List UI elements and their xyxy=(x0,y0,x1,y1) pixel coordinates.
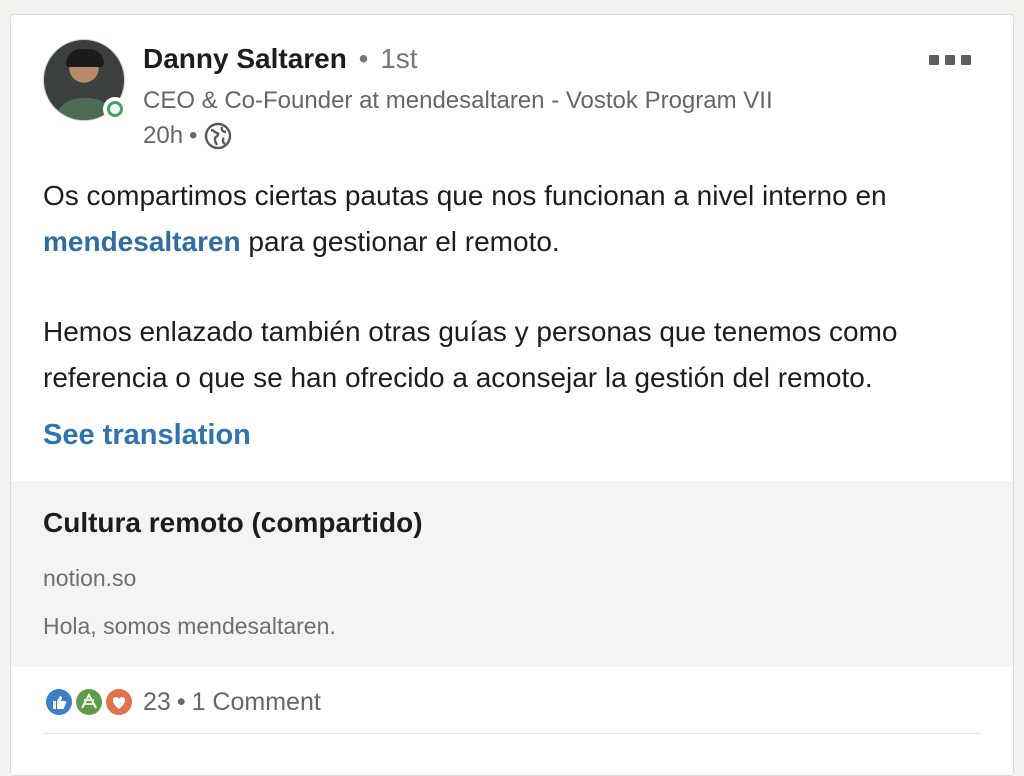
like-icon xyxy=(43,686,75,718)
link-preview-description: Hola, somos mendesaltaren. xyxy=(43,613,336,639)
post-text-segment: para gestionar el remoto. xyxy=(240,226,560,257)
link-preview-card[interactable]: Cultura remoto (compartido) notion.so Ho… xyxy=(11,481,1013,667)
more-options-button[interactable] xyxy=(929,55,979,75)
link-preview-domain: notion.so xyxy=(43,565,137,591)
connection-degree: 1st xyxy=(380,43,418,74)
post-time: 20h xyxy=(143,122,184,149)
celebrate-icon xyxy=(73,686,105,718)
link-preview-title: Cultura remoto (compartido) xyxy=(43,507,423,538)
social-separator: • xyxy=(176,687,186,716)
author-headline: CEO & Co-Founder at mendesaltaren - Vost… xyxy=(143,87,773,114)
post-header: Danny Saltaren • 1st CEO & Co-Founder at… xyxy=(43,39,989,159)
more-dot xyxy=(961,55,971,65)
post-paragraph-1: Os compartimos ciertas pautas que nos fu… xyxy=(43,173,983,265)
see-translation-link[interactable]: See translation xyxy=(43,419,251,452)
reaction-count[interactable]: 23 xyxy=(143,688,171,717)
globe-icon xyxy=(203,121,233,151)
company-mention-link[interactable]: mendesaltaren xyxy=(43,226,241,257)
social-counts: 23 • 1 Comment xyxy=(43,683,321,721)
reactions-summary[interactable] xyxy=(43,686,135,718)
comments-count-link[interactable]: 1 Comment xyxy=(192,688,321,717)
online-status-icon xyxy=(103,97,127,121)
time-separator: • xyxy=(189,122,198,149)
post-text-segment: Os compartimos ciertas pautas que nos fu… xyxy=(43,180,887,211)
post-paragraph-2: Hemos enlazado también otras guías y per… xyxy=(43,316,898,393)
divider xyxy=(43,733,981,734)
author-avatar[interactable] xyxy=(43,39,127,121)
more-dot xyxy=(945,55,955,65)
post-body: Os compartimos ciertas pautas que nos fu… xyxy=(43,173,983,401)
author-name-line: Danny Saltaren • 1st xyxy=(143,43,418,75)
love-icon xyxy=(103,686,135,718)
more-horizontal-icon xyxy=(929,55,939,65)
feed-post-card: Danny Saltaren • 1st CEO & Co-Founder at… xyxy=(10,14,1014,776)
author-name[interactable]: Danny Saltaren xyxy=(143,43,347,74)
degree-separator: • xyxy=(358,43,369,74)
post-meta: 20h • xyxy=(143,121,233,151)
